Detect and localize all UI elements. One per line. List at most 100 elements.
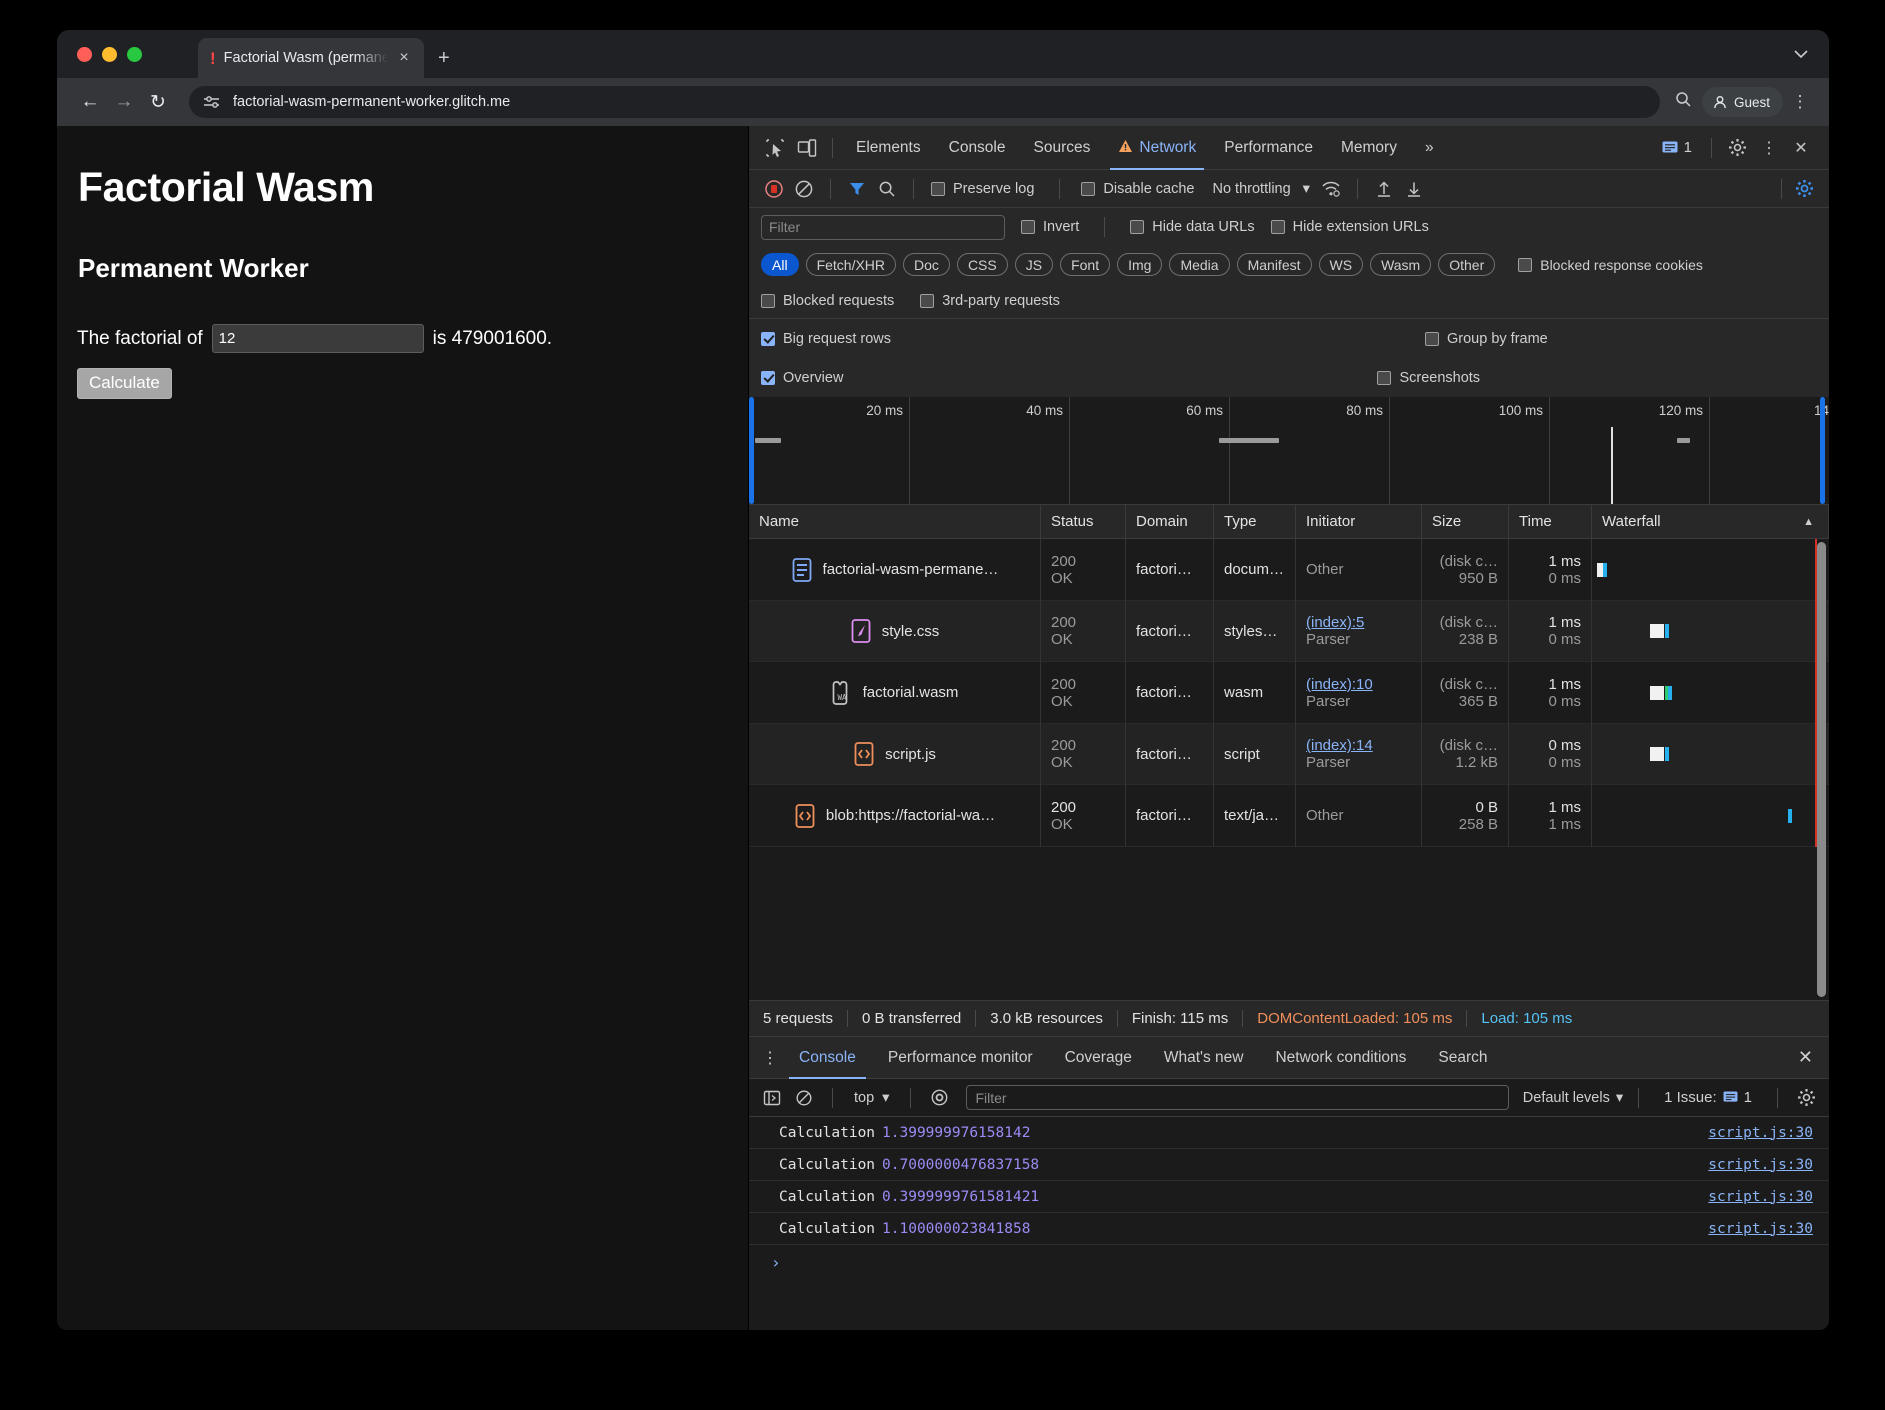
filter-pill-js[interactable]: JS [1015, 253, 1053, 276]
tab-memory[interactable]: Memory [1327, 126, 1411, 170]
calculate-button[interactable]: Calculate [77, 368, 172, 399]
close-icon[interactable]: × [393, 49, 415, 67]
tab-network[interactable]: Network [1104, 126, 1210, 170]
console-message[interactable]: Calculation 0.7000000476837158 script.js… [749, 1149, 1829, 1181]
initiator-link[interactable]: (index):5 [1306, 614, 1411, 631]
tab-console[interactable]: Console [935, 126, 1020, 170]
console-source-link[interactable]: script.js:30 [1708, 1157, 1813, 1173]
invert-checkbox[interactable]: Invert [1021, 219, 1079, 235]
tab-performance[interactable]: Performance [1210, 126, 1327, 170]
network-overview-timeline[interactable]: 20 ms 40 ms 60 ms 80 ms 100 ms 120 ms 14 [749, 397, 1829, 505]
filter-pill-other[interactable]: Other [1438, 253, 1495, 276]
console-settings-gear-icon[interactable] [1793, 1085, 1819, 1111]
console-context-select[interactable]: top ▾ [848, 1090, 895, 1106]
factorial-input[interactable] [212, 324, 424, 353]
console-source-link[interactable]: script.js:30 [1708, 1189, 1813, 1205]
table-row[interactable]: script.js 200 OK factori… script (index)… [749, 724, 1829, 786]
blocked-requests-checkbox[interactable]: Blocked requests [761, 293, 894, 309]
address-bar[interactable]: factorial-wasm-permanent-worker.glitch.m… [189, 86, 1660, 118]
initiator-link[interactable]: (index):14 [1306, 737, 1411, 754]
console-message[interactable]: Calculation 1.100000023841858 script.js:… [749, 1213, 1829, 1245]
devtools-menu-icon[interactable]: ⋮ [1753, 132, 1785, 164]
filter-pill-media[interactable]: Media [1169, 253, 1229, 276]
console-message[interactable]: Calculation 0.3999999761581421 script.js… [749, 1181, 1829, 1213]
wifi-settings-icon[interactable] [1318, 176, 1344, 202]
table-row[interactable]: WA factorial.wasm 200 OK factori… wasm [749, 662, 1829, 724]
blocked-response-cookies-checkbox[interactable]: Blocked response cookies [1518, 257, 1703, 273]
back-icon[interactable]: ← [73, 85, 107, 119]
console-source-link[interactable]: script.js:30 [1708, 1221, 1813, 1237]
screenshots-checkbox[interactable]: Screenshots [1377, 370, 1480, 386]
filter-pill-ws[interactable]: WS [1319, 253, 1364, 276]
filter-pill-wasm[interactable]: Wasm [1370, 253, 1431, 276]
tune-icon[interactable] [203, 94, 221, 110]
drawer-tab-performance-monitor[interactable]: Performance monitor [872, 1037, 1049, 1079]
filter-pill-manifest[interactable]: Manifest [1237, 253, 1312, 276]
console-message[interactable]: Calculation 1.399999976158142 script.js:… [749, 1117, 1829, 1149]
console-source-link[interactable]: script.js:30 [1708, 1125, 1813, 1141]
browser-menu-icon[interactable]: ⋮ [1787, 92, 1813, 112]
column-header-time[interactable]: Time [1509, 505, 1592, 539]
record-stop-icon[interactable] [761, 176, 787, 202]
table-row[interactable]: blob:https://factorial-wa… 200 OK factor… [749, 785, 1829, 847]
drawer-tab-console[interactable]: Console [783, 1037, 872, 1079]
chevron-down-icon[interactable] [1793, 46, 1809, 62]
clear-console-icon[interactable] [791, 1085, 817, 1111]
filter-pill-doc[interactable]: Doc [903, 253, 950, 276]
more-tabs-button[interactable]: » [1411, 126, 1448, 170]
filter-pill-fetch-xhr[interactable]: Fetch/XHR [806, 253, 896, 276]
console-issues-chip[interactable]: 1 Issue: 1 [1654, 1089, 1762, 1106]
close-drawer-icon[interactable]: ✕ [1782, 1047, 1829, 1068]
drawer-tab-whats-new[interactable]: What's new [1148, 1037, 1260, 1079]
console-filter-input[interactable] [966, 1085, 1508, 1110]
forward-icon[interactable]: → [107, 85, 141, 119]
column-header-size[interactable]: Size [1422, 505, 1509, 539]
table-row[interactable]: style.css 200 OK factori… styles… (index… [749, 601, 1829, 663]
throttling-select[interactable]: No throttling ▾ [1208, 181, 1313, 197]
clear-icon[interactable] [791, 176, 817, 202]
disable-cache-checkbox[interactable]: Disable cache [1081, 181, 1194, 197]
table-scrollbar[interactable] [1817, 542, 1826, 997]
third-party-requests-checkbox[interactable]: 3rd-party requests [920, 293, 1060, 309]
overview-checkbox[interactable]: Overview [761, 370, 843, 386]
column-header-initiator[interactable]: Initiator [1296, 505, 1422, 539]
column-header-name[interactable]: Name [749, 505, 1041, 539]
show-console-sidebar-icon[interactable] [759, 1085, 785, 1111]
filter-pill-img[interactable]: Img [1117, 253, 1162, 276]
tab-elements[interactable]: Elements [842, 126, 935, 170]
minimize-window-button[interactable] [102, 47, 117, 62]
tab-sources[interactable]: Sources [1020, 126, 1105, 170]
issues-counter[interactable]: 1 [1652, 139, 1702, 156]
overview-left-handle[interactable] [749, 397, 754, 504]
gear-icon[interactable] [1721, 132, 1753, 164]
close-window-button[interactable] [77, 47, 92, 62]
drawer-tab-coverage[interactable]: Coverage [1049, 1037, 1148, 1079]
drawer-menu-icon[interactable]: ⋮ [757, 1048, 783, 1068]
drawer-tab-network-conditions[interactable]: Network conditions [1259, 1037, 1422, 1079]
hide-extension-urls-checkbox[interactable]: Hide extension URLs [1271, 219, 1429, 235]
funnel-icon[interactable] [844, 176, 870, 202]
browser-tab[interactable]: ! Factorial Wasm (permanent w × [198, 38, 424, 78]
network-settings-gear-icon[interactable] [1791, 176, 1817, 202]
live-expression-eye-icon[interactable] [926, 1085, 952, 1111]
new-tab-button[interactable]: + [438, 48, 450, 68]
console-levels-select[interactable]: Default levels ▾ [1523, 1090, 1623, 1106]
filter-pill-all[interactable]: All [761, 253, 799, 276]
preserve-log-checkbox[interactable]: Preserve log [931, 181, 1034, 197]
filter-pill-font[interactable]: Font [1060, 253, 1110, 276]
profile-button[interactable]: Guest [1702, 87, 1783, 117]
column-header-waterfall[interactable]: Waterfall ▲ [1592, 505, 1829, 539]
close-devtools-icon[interactable]: ✕ [1785, 132, 1817, 164]
table-row[interactable]: factorial-wasm-permane… 200 OK factori… … [749, 539, 1829, 601]
group-by-frame-checkbox[interactable]: Group by frame [1425, 331, 1548, 347]
console-prompt[interactable]: › [749, 1245, 1829, 1279]
maximize-window-button[interactable] [127, 47, 142, 62]
initiator-link[interactable]: (index):10 [1306, 676, 1411, 693]
hide-data-urls-checkbox[interactable]: Hide data URLs [1130, 219, 1254, 235]
filter-pill-css[interactable]: CSS [957, 253, 1008, 276]
column-header-type[interactable]: Type [1214, 505, 1296, 539]
column-header-domain[interactable]: Domain [1126, 505, 1214, 539]
drawer-tab-search[interactable]: Search [1422, 1037, 1503, 1079]
column-header-status[interactable]: Status [1041, 505, 1126, 539]
overview-right-handle[interactable] [1820, 397, 1825, 504]
